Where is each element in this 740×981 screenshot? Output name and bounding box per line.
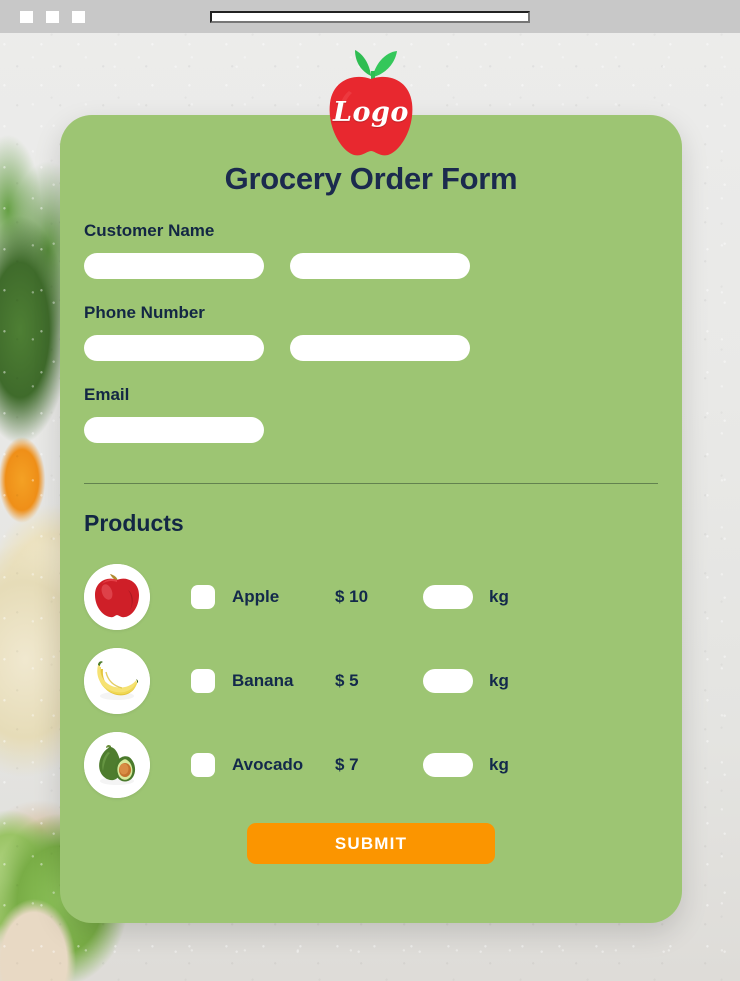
product-checkbox-avocado[interactable]: [191, 753, 215, 777]
grocery-order-form-card: Logo Grocery Order Form Customer Name Ph…: [60, 50, 682, 923]
page-root: Logo Grocery Order Form Customer Name Ph…: [0, 0, 740, 981]
product-row-apple: Apple $ 10 kg: [84, 561, 658, 633]
product-name-banana: Banana: [232, 671, 294, 690]
form-body: Customer Name Phone Number Email Product…: [60, 221, 682, 864]
product-quantity-input-avocado[interactable]: [423, 753, 473, 777]
customer-first-name-input[interactable]: [84, 253, 264, 279]
products-heading: Products: [84, 510, 184, 536]
banana-photo-icon: [84, 648, 150, 714]
avocado-photo-icon: [84, 732, 150, 798]
window-dot-1-icon[interactable]: [20, 11, 33, 23]
phone-number-input[interactable]: [290, 335, 470, 361]
avocado-thumb-shape-icon: [84, 732, 150, 798]
product-price-banana: $ 5: [335, 671, 359, 690]
field-group-customer-name: Customer Name: [84, 221, 658, 279]
product-unit-apple: kg: [489, 587, 509, 606]
customer-last-name-input[interactable]: [290, 253, 470, 279]
browser-chrome-bar: [0, 0, 740, 33]
apple-thumb-shape-icon: [84, 564, 150, 630]
label-phone-number: Phone Number: [84, 303, 205, 322]
apple-photo-icon: [84, 564, 150, 630]
product-quantity-input-apple[interactable]: [423, 585, 473, 609]
label-email: Email: [84, 385, 130, 404]
product-unit-banana: kg: [489, 671, 509, 690]
window-dot-2-icon[interactable]: [46, 11, 59, 23]
section-divider: [84, 483, 658, 484]
product-row-banana: Banana $ 5 kg: [84, 645, 658, 717]
product-checkbox-apple[interactable]: [191, 585, 215, 609]
window-controls: [20, 11, 85, 23]
product-quantity-input-banana[interactable]: [423, 669, 473, 693]
label-customer-name: Customer Name: [84, 221, 215, 240]
product-list: Apple $ 10 kg Banana $ 5 kg Avocado $ 7 …: [84, 561, 658, 801]
product-name-avocado: Avocado: [232, 755, 304, 774]
window-dot-3-icon[interactable]: [72, 11, 85, 23]
product-price-apple: $ 10: [335, 587, 369, 606]
inputs-row-customer-name: [84, 253, 658, 279]
logo-text: Logo: [333, 97, 409, 128]
submit-button[interactable]: SUBMIT: [247, 823, 495, 864]
phone-area-code-input[interactable]: [84, 335, 264, 361]
product-unit-avocado: kg: [489, 755, 509, 774]
product-row-avocado: Avocado $ 7 kg: [84, 729, 658, 801]
product-checkbox-banana[interactable]: [191, 669, 215, 693]
banana-thumb-shape-icon: [84, 648, 150, 714]
inputs-row-phone-number: [84, 335, 658, 361]
address-bar-input[interactable]: [210, 11, 530, 23]
apple-logo-icon: Logo: [319, 45, 423, 161]
submit-row: SUBMIT: [84, 823, 658, 864]
inputs-row-email: [84, 417, 658, 443]
email-input[interactable]: [84, 417, 264, 443]
product-name-apple: Apple: [232, 587, 280, 606]
product-price-avocado: $ 7: [335, 755, 359, 774]
field-group-phone-number: Phone Number: [84, 303, 658, 361]
field-group-email: Email: [84, 385, 658, 443]
